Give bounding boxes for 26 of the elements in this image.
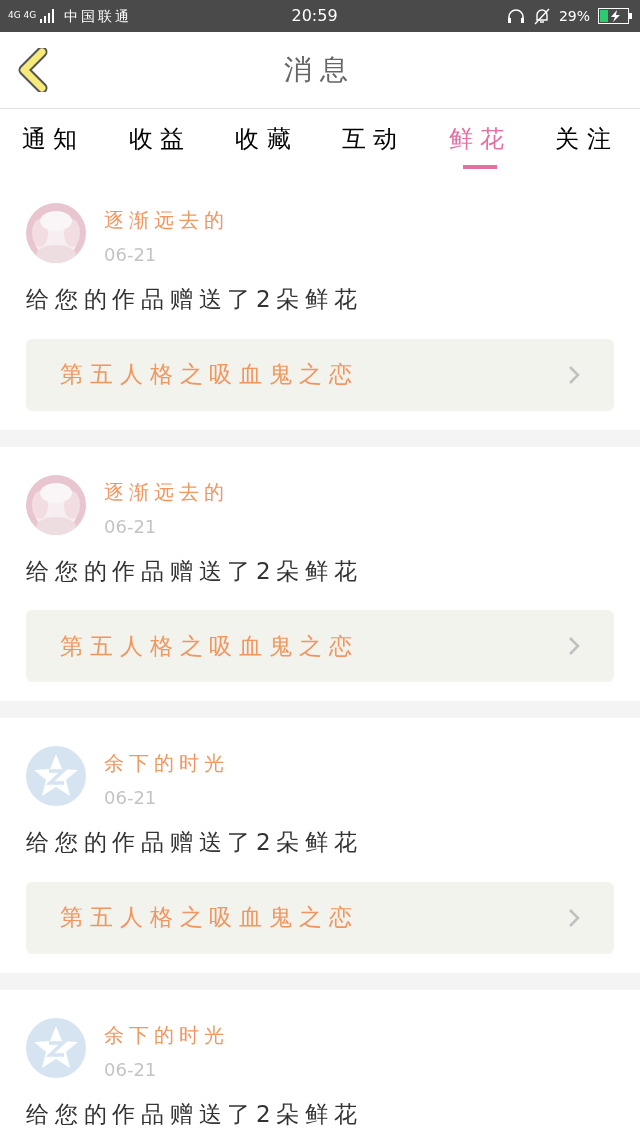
message-date: 06-21 <box>104 786 158 810</box>
message-date: 06-21 <box>104 514 158 539</box>
message-text: 给您的作品赠送了2朵鲜花 <box>26 285 364 314</box>
tab[interactable]: 通知 <box>0 109 107 175</box>
message-text: 给您的作品赠送了2朵鲜花 <box>26 828 364 857</box>
work-link[interactable]: 第五人格之吸血鬼之恋 <box>26 610 614 682</box>
work-link[interactable]: 第五人格之吸血鬼之恋 <box>26 881 614 954</box>
tab[interactable]: 收益 <box>106 109 214 175</box>
tab[interactable]: 互动 <box>320 109 427 175</box>
user-name[interactable]: 余下的时光 <box>104 748 229 778</box>
carrier-label: 中国联通 <box>64 6 132 26</box>
battery-percent: 29% <box>558 6 590 26</box>
page-title: 消息 <box>283 52 357 88</box>
message-date: 06-21 <box>104 243 158 267</box>
user-name[interactable]: 逐渐远去的 <box>104 476 229 507</box>
tab[interactable]: 鲜花 <box>426 109 534 175</box>
clock: 20:59 <box>291 5 338 27</box>
message-text: 给您的作品赠送了2朵鲜花 <box>26 1099 364 1129</box>
user-name[interactable]: 余下的时光 <box>104 1019 229 1050</box>
message-date: 06-21 <box>104 1057 158 1082</box>
tab[interactable]: 收藏 <box>213 109 320 175</box>
work-link[interactable]: 第五人格之吸血鬼之恋 <box>26 338 614 411</box>
network-label: 4G 4G <box>8 9 37 23</box>
message-text: 给您的作品赠送了2朵鲜花 <box>26 556 364 586</box>
tab[interactable]: 关注 <box>533 109 640 175</box>
user-name[interactable]: 逐渐远去的 <box>104 205 229 235</box>
